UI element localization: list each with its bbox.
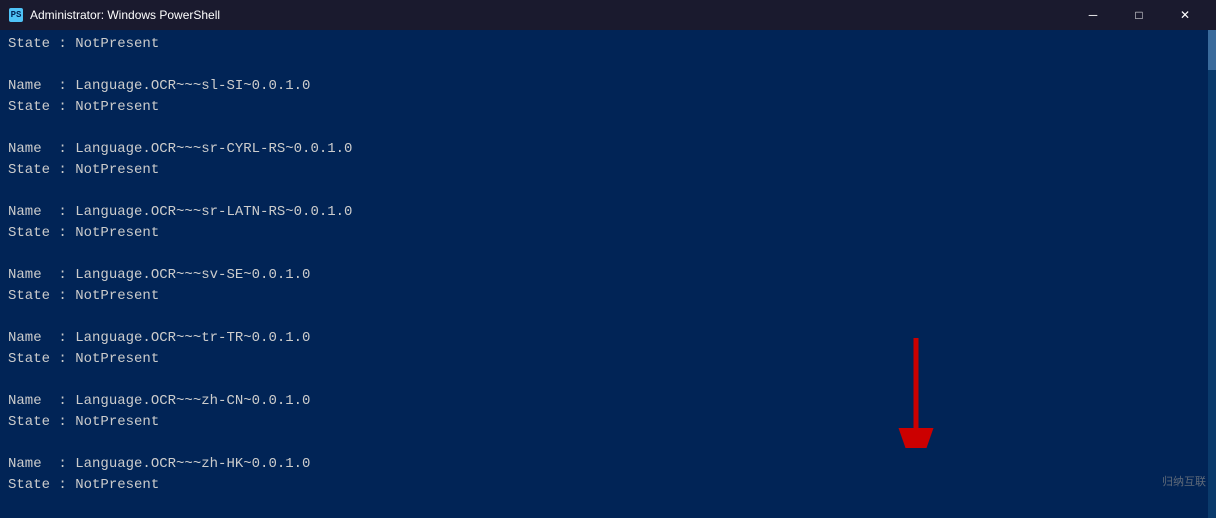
line-blank-1 [8, 118, 1208, 139]
line-blank-4 [8, 307, 1208, 328]
close-button[interactable]: ✕ [1162, 0, 1208, 30]
line-12: State : NotPresent [8, 412, 1208, 433]
line-blank-6 [8, 433, 1208, 454]
minimize-button[interactable]: ─ [1070, 0, 1116, 30]
line-1: Name : Language.OCR~~~sl-SI~0.0.1.0 [8, 76, 1208, 97]
line-7: Name : Language.OCR~~~sv-SE~0.0.1.0 [8, 265, 1208, 286]
line-10: State : NotPresent [8, 349, 1208, 370]
ps-logo: PS [9, 8, 23, 22]
line-3: Name : Language.OCR~~~sr-CYRL-RS~0.0.1.0 [8, 139, 1208, 160]
line-9: Name : Language.OCR~~~tr-TR~0.0.1.0 [8, 328, 1208, 349]
watermark-text: 归纳互联 [1162, 476, 1206, 488]
line-14: State : NotPresent [8, 475, 1208, 496]
titlebar: PS Administrator: Windows PowerShell ─ □… [0, 0, 1216, 30]
line-0: State : NotPresent [8, 34, 1208, 55]
line-6: State : NotPresent [8, 223, 1208, 244]
window-controls: ─ □ ✕ [1070, 0, 1208, 30]
maximize-button[interactable]: □ [1116, 0, 1162, 30]
titlebar-left: PS Administrator: Windows PowerShell [8, 7, 220, 23]
scrollbar-thumb[interactable] [1208, 30, 1216, 70]
line-4: State : NotPresent [8, 160, 1208, 181]
powershell-icon: PS [8, 7, 24, 23]
line-2: State : NotPresent [8, 97, 1208, 118]
line-blank-7 [8, 496, 1208, 517]
line-blank-0 [8, 55, 1208, 76]
line-blank-3 [8, 244, 1208, 265]
line-5: Name : Language.OCR~~~sr-LATN-RS~0.0.1.0 [8, 202, 1208, 223]
line-8: State : NotPresent [8, 286, 1208, 307]
line-blank-2 [8, 181, 1208, 202]
scrollbar[interactable] [1208, 30, 1216, 518]
terminal-body: State : NotPresent Name : Language.OCR~~… [0, 30, 1216, 518]
line-13: Name : Language.OCR~~~zh-HK~0.0.1.0 [8, 454, 1208, 475]
line-11: Name : Language.OCR~~~zh-CN~0.0.1.0 [8, 391, 1208, 412]
watermark: 归纳互联 [1162, 473, 1206, 490]
window-title: Administrator: Windows PowerShell [30, 8, 220, 22]
powershell-window: PS Administrator: Windows PowerShell ─ □… [0, 0, 1216, 518]
line-blank-5 [8, 370, 1208, 391]
